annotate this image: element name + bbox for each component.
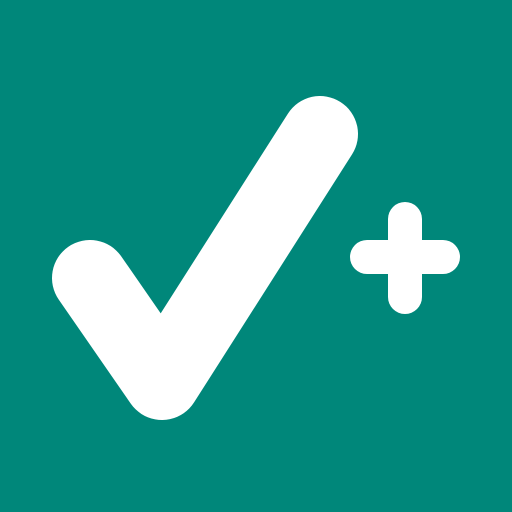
app-icon <box>0 0 512 512</box>
app-icon-graphic <box>0 0 512 512</box>
